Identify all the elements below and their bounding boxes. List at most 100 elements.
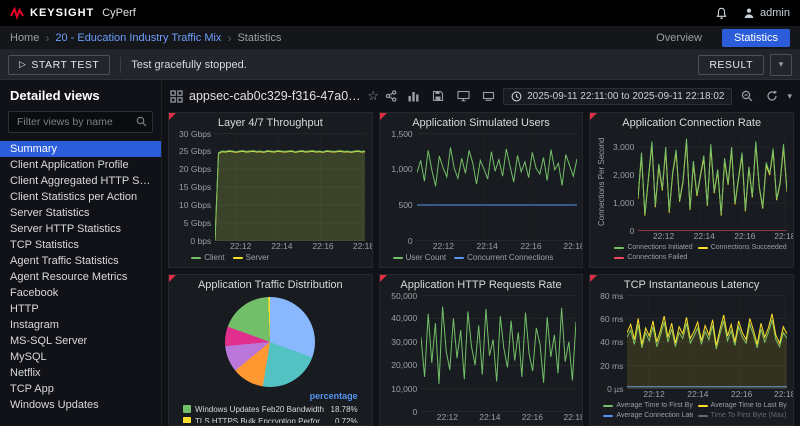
panel-error-indicator xyxy=(590,275,597,282)
time-range-picker[interactable]: 2025-09-11 22:11:00 to 2025-09-11 22:18:… xyxy=(503,88,732,105)
legend-series-mark xyxy=(393,257,403,259)
sidebar-item-tcp-app[interactable]: TCP App xyxy=(0,381,161,397)
panel-error-indicator xyxy=(590,113,597,120)
legend-item[interactable]: Client xyxy=(191,253,224,263)
sidebar-item-instagram[interactable]: Instagram xyxy=(0,317,161,333)
x-axis-labels: 22:1222:1422:1622:18 xyxy=(644,231,787,242)
traffic-distribution-pie[interactable] xyxy=(225,297,315,387)
http-requests-chart[interactable]: 50,00040,00030,00020,00010,000022:1222:1… xyxy=(380,295,583,425)
clock-icon xyxy=(511,91,522,102)
sidebar-item-client-statistics-per-action[interactable]: Client Statistics per Action xyxy=(0,189,161,205)
legend-series-mark xyxy=(191,257,201,259)
sidebar-item-http[interactable]: HTTP xyxy=(0,301,161,317)
panel-title[interactable]: Application Connection Rate xyxy=(590,113,793,133)
chart-plot[interactable] xyxy=(421,295,576,412)
panel-error-indicator xyxy=(169,275,176,282)
save-icon[interactable] xyxy=(428,86,448,106)
sidebar-item-windows-updates[interactable]: Windows Updates xyxy=(0,397,161,413)
sidebar-list: SummaryClient Application ProfileClient … xyxy=(0,141,161,413)
sidebar-item-ms-sql-server[interactable]: MS-SQL Server xyxy=(0,333,161,349)
user-menu[interactable]: admin xyxy=(743,7,790,19)
panel-traffic-distribution: Application Traffic Distribution percent… xyxy=(168,274,373,426)
refresh-icon[interactable] xyxy=(762,86,782,106)
chart-plot[interactable] xyxy=(627,295,787,389)
pie-legend-value: 0.72% xyxy=(335,417,358,424)
divider xyxy=(120,57,121,73)
refresh-interval-dropdown[interactable]: ▾ xyxy=(787,91,792,102)
throughput-chart[interactable]: 30 Gbps25 Gbps20 Gbps15 Gbps10 Gbps5 Gbp… xyxy=(169,133,372,267)
sidebar-item-client-application-profile[interactable]: Client Application Profile xyxy=(0,157,161,173)
percentage-column-header[interactable]: percentage xyxy=(183,390,358,403)
tcp-latency-chart[interactable]: 80 ms60 ms40 ms20 ms0 µs22:1222:1422:162… xyxy=(590,295,793,425)
tv-mode-icon[interactable] xyxy=(478,86,498,106)
panel-error-indicator xyxy=(169,113,176,120)
legend-item[interactable]: Connections Initiated xyxy=(614,243,692,253)
time-range-text: 2025-09-11 22:11:00 to 2025-09-11 22:18:… xyxy=(527,91,724,102)
sidebar-item-summary[interactable]: Summary xyxy=(0,141,161,157)
sidebar-item-server-statistics[interactable]: Server Statistics xyxy=(0,205,161,221)
chart-plot[interactable] xyxy=(215,133,365,241)
notifications-bell-icon[interactable] xyxy=(711,3,731,23)
zoom-out-icon[interactable] xyxy=(737,86,757,106)
legend-item[interactable]: Connections Failed xyxy=(614,253,687,263)
result-dropdown-button[interactable]: ▾ xyxy=(770,54,792,76)
legend-item[interactable]: Server xyxy=(233,253,270,263)
panel-layer47-throughput: Layer 4/7 Throughput 30 Gbps25 Gbps20 Gb… xyxy=(168,112,373,268)
legend-item[interactable]: Concurrent Connections xyxy=(454,253,553,263)
analytics-icon[interactable] xyxy=(403,86,423,106)
test-action-bar: ▷ START TEST Test gracefully stopped. RE… xyxy=(0,50,800,80)
sidebar-item-server-http-statistics[interactable]: Server HTTP Statistics xyxy=(0,221,161,237)
chart-legend: Client Server xyxy=(175,252,366,265)
dashboard-toolbar: 2025-09-11 22:11:00 to 2025-09-11 22:18:… xyxy=(403,86,792,106)
start-test-button[interactable]: ▷ START TEST xyxy=(8,55,110,75)
sidebar-item-tcp-statistics[interactable]: TCP Statistics xyxy=(0,237,161,253)
chart-plot[interactable] xyxy=(417,133,577,241)
legend-item[interactable]: Connections Succeeded xyxy=(698,243,787,253)
y-axis-labels: 3,0002,0001,0000 xyxy=(607,133,638,231)
legend-series-mark xyxy=(454,257,464,259)
filter-views-input[interactable] xyxy=(8,111,153,133)
legend-swatch xyxy=(183,405,191,413)
panel-connection-rate: Application Connection Rate Connections … xyxy=(589,112,794,268)
pie-legend-value: 18.78% xyxy=(331,405,358,414)
chart-legend: User Count Concurrent Connections xyxy=(386,252,577,265)
result-button[interactable]: RESULT xyxy=(698,55,764,75)
sidebar-item-mysql[interactable]: MySQL xyxy=(0,349,161,365)
legend-item[interactable]: Average Time to Last Byte xyxy=(698,401,787,411)
sidebar-item-client-aggregated-http-statistics[interactable]: Client Aggregated HTTP Statistics xyxy=(0,173,161,189)
traffic-distribution-chart[interactable]: percentageWindows Updates Feb20 Bandwidt… xyxy=(169,295,372,425)
chart-legend: Connections Initiated Connections Succeed… xyxy=(596,242,787,265)
pie-legend-label: TLS HTTPS Bulk Encryption Performance xyxy=(195,417,331,424)
monitor-icon[interactable] xyxy=(453,86,473,106)
chart-plot-row: 1,5001,0005000 xyxy=(386,133,577,241)
pie-legend-row[interactable]: TLS HTTPS Bulk Encryption Performance 0.7… xyxy=(183,415,358,423)
share-icon[interactable] xyxy=(385,86,397,106)
sidebar-item-agent-resource-metrics[interactable]: Agent Resource Metrics xyxy=(0,269,161,285)
legend-series-mark xyxy=(698,415,708,417)
legend-item[interactable]: User Count xyxy=(393,253,446,263)
sidebar-item-agent-traffic-statistics[interactable]: Agent Traffic Statistics xyxy=(0,253,161,269)
legend-series-mark xyxy=(614,257,624,259)
connection-rate-chart[interactable]: Connections Per Second3,0002,0001,000022… xyxy=(590,133,793,267)
detailed-views-sidebar: Detailed views SummaryClient Application… xyxy=(0,80,162,426)
y-axis-labels: 30 Gbps25 Gbps20 Gbps15 Gbps10 Gbps5 Gbp… xyxy=(175,133,215,241)
breadcrumb-test-name[interactable]: 20 - Education Industry Traffic Mix xyxy=(55,32,221,44)
apps-grid-icon[interactable] xyxy=(170,86,183,106)
simulated-users-chart[interactable]: 1,5001,000500022:1222:1422:1622:18User C… xyxy=(380,133,583,267)
panel-title[interactable]: Application Traffic Distribution xyxy=(169,275,372,295)
legend-item[interactable]: Average Time to First Byte xyxy=(603,401,692,411)
test-status-message: Test gracefully stopped. xyxy=(131,59,247,71)
legend-item[interactable]: Average Connection Latency xyxy=(603,411,692,421)
tab-statistics[interactable]: Statistics xyxy=(722,29,790,47)
search-icon xyxy=(136,116,147,127)
pie-legend-row[interactable]: Windows Updates Feb20 Bandwidth18.78% xyxy=(183,403,358,415)
breadcrumb-home[interactable]: Home xyxy=(10,32,39,44)
legend-item[interactable]: Time To First Byte (Max) xyxy=(698,411,787,421)
favorite-star-icon[interactable]: ☆ xyxy=(367,88,379,104)
chart-plot[interactable] xyxy=(638,133,787,231)
tab-overview[interactable]: Overview xyxy=(644,29,714,47)
panel-grid: Layer 4/7 Throughput 30 Gbps25 Gbps20 Gb… xyxy=(162,112,800,426)
sidebar-item-facebook[interactable]: Facebook xyxy=(0,285,161,301)
panel-simulated-users: Application Simulated Users 1,5001,00050… xyxy=(379,112,584,268)
sidebar-item-netflix[interactable]: Netflix xyxy=(0,365,161,381)
